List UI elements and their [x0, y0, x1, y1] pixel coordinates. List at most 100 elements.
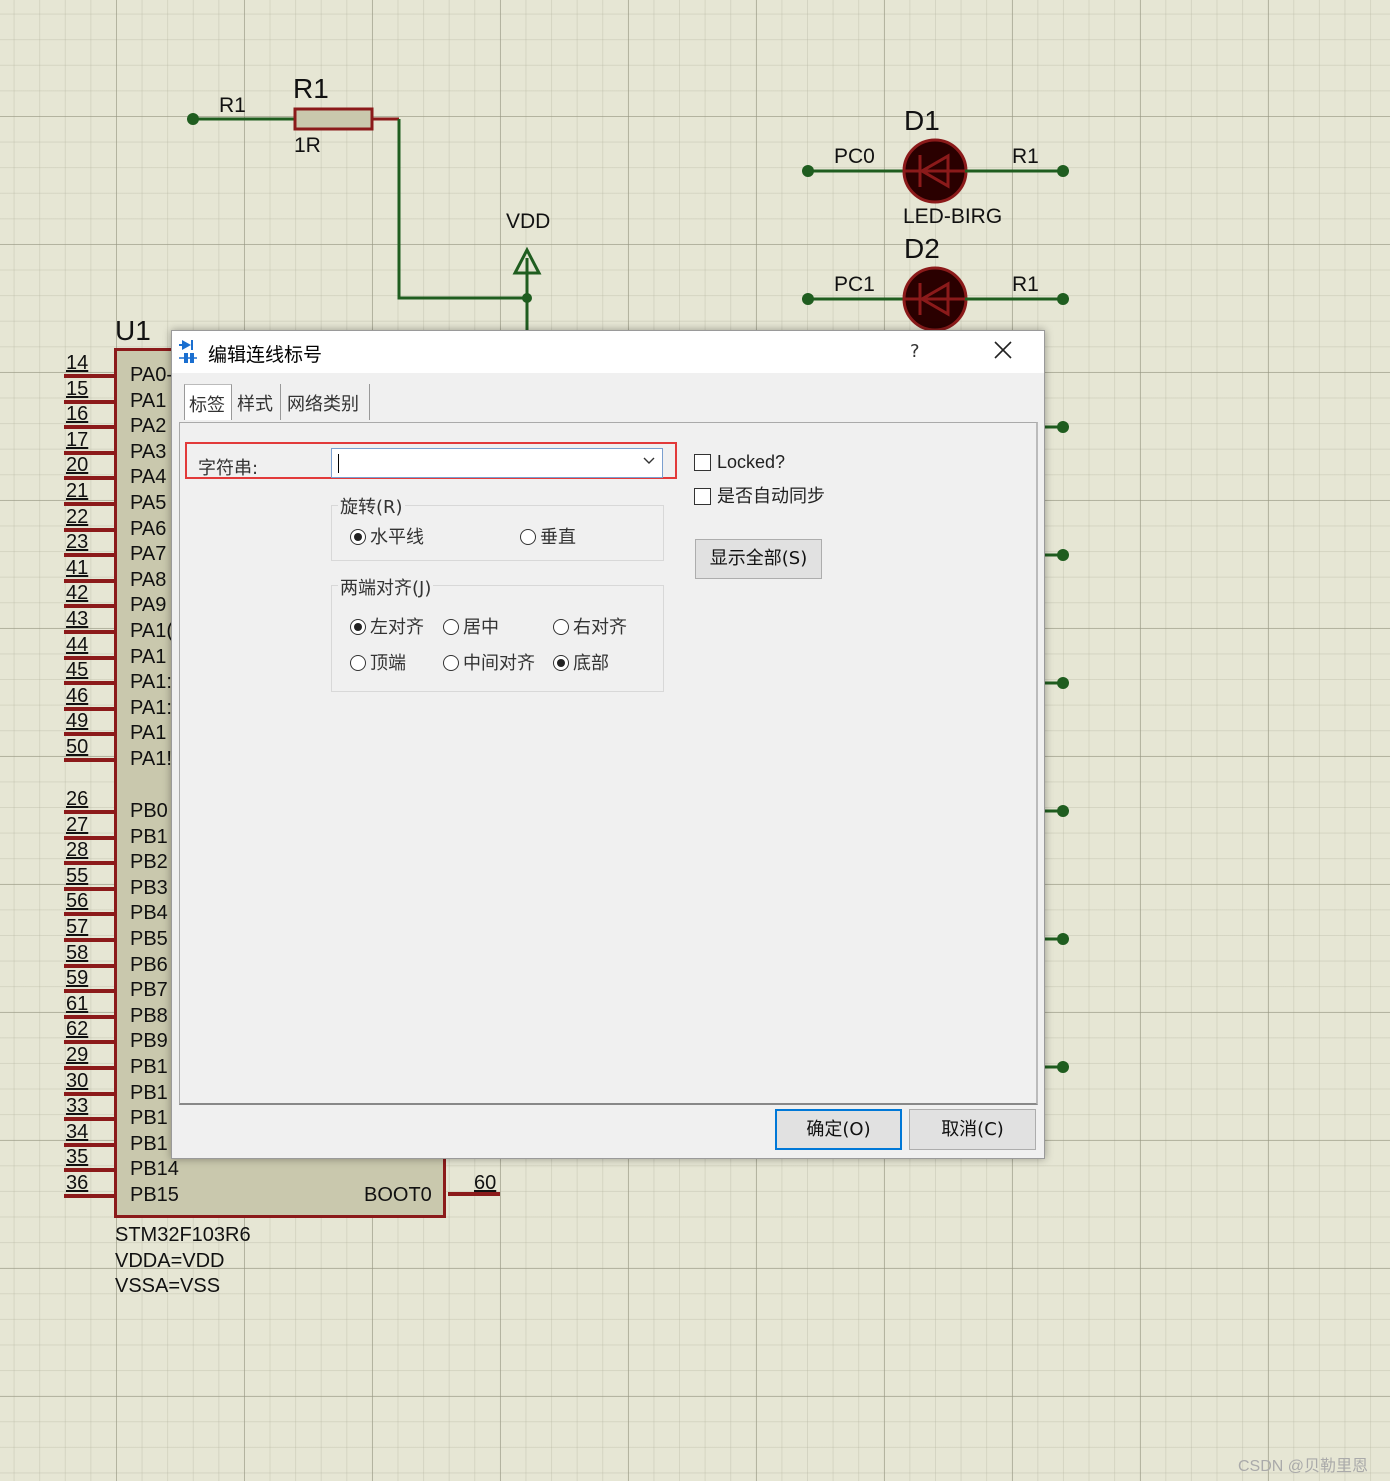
- radio-center[interactable]: 居中: [443, 613, 499, 639]
- boot0-pin-number: 60: [474, 1172, 497, 1194]
- locked-checkbox-box[interactable]: [694, 454, 711, 471]
- pin-name: PB2: [130, 851, 168, 874]
- pin-number: 35: [66, 1146, 89, 1169]
- string-combobox[interactable]: [331, 448, 663, 478]
- pin-number: 15: [66, 377, 89, 400]
- pin-number: 14: [66, 352, 89, 374]
- locked-checkbox[interactable]: Locked?: [694, 452, 785, 473]
- pin-number: 16: [66, 403, 89, 426]
- radio-horizontal[interactable]: 水平线: [350, 523, 424, 549]
- pin-name: PA1!: [130, 748, 172, 770]
- pin-number: 23: [66, 531, 89, 554]
- pin-name: PB1: [130, 1107, 168, 1130]
- pin-number: 61: [66, 992, 89, 1015]
- chip-attr-vdda: VDDA=VDD: [115, 1250, 225, 1272]
- auto-sync-label: 是否自动同步: [717, 486, 824, 507]
- edit-wire-label-dialog: 编辑连线标号 ? 标签 样式 网络类别 字符串: Locked? 是否自动同步 …: [171, 330, 1045, 1159]
- pin-name: PA2: [130, 415, 167, 438]
- pin-number: 41: [66, 556, 89, 579]
- vdd-power-symbol[interactable]: [512, 246, 542, 298]
- pin-name: PB8: [130, 1004, 168, 1027]
- pin-name: PA4: [130, 466, 167, 489]
- pin-number: 33: [66, 1095, 89, 1118]
- radio-dot[interactable]: [350, 619, 366, 635]
- radio-left-align-label: 左对齐: [370, 617, 424, 638]
- radio-left-align[interactable]: 左对齐: [350, 613, 424, 639]
- pin-name: PA0-: [130, 364, 173, 386]
- tab-style[interactable]: 样式: [233, 384, 281, 420]
- pin-number: 57: [66, 916, 89, 938]
- auto-sync-checkbox-box[interactable]: [694, 488, 711, 505]
- pin-name: PA1:: [130, 696, 172, 719]
- radio-dot[interactable]: [350, 655, 366, 671]
- d1-left-net: PC0: [834, 145, 875, 168]
- pin-name: PA1:: [130, 671, 172, 694]
- pin-number: 46: [66, 684, 89, 707]
- r1-value-label: 1R: [294, 134, 321, 157]
- pin-number: 27: [66, 813, 89, 836]
- radio-bottom-label: 底部: [573, 653, 609, 674]
- help-button[interactable]: ?: [910, 341, 920, 362]
- radio-dot[interactable]: [553, 619, 569, 635]
- r1-net-label: R1: [219, 94, 246, 117]
- rotation-group-label: 旋转(R): [338, 493, 405, 519]
- pin-number: 50: [66, 736, 89, 758]
- pin-name: PB1: [130, 1132, 168, 1155]
- radio-dot[interactable]: [443, 619, 459, 635]
- pin-name: PA1: [130, 389, 167, 412]
- radio-middle[interactable]: 中间对齐: [443, 649, 536, 675]
- pin-name: PA1: [130, 645, 167, 668]
- tab-label[interactable]: 标签: [184, 384, 232, 420]
- string-label: 字符串:: [198, 458, 259, 479]
- radio-center-label: 居中: [463, 617, 499, 638]
- radio-dot[interactable]: [443, 655, 459, 671]
- d1-part-label: LED-BIRG: [903, 205, 1003, 228]
- radio-top-label: 顶端: [370, 653, 406, 674]
- close-icon[interactable]: [990, 337, 1016, 363]
- pin-number: 55: [66, 864, 89, 887]
- pin-name: PB4: [130, 902, 168, 925]
- pin-number: 58: [66, 941, 89, 964]
- radio-dot[interactable]: [520, 529, 536, 545]
- pin-number: 56: [66, 890, 89, 913]
- pin-number: 29: [66, 1044, 89, 1066]
- pin-name: PA5: [130, 492, 167, 514]
- cancel-button[interactable]: 取消(C): [909, 1109, 1036, 1150]
- auto-sync-checkbox[interactable]: 是否自动同步: [694, 482, 824, 508]
- pin-number: 36: [66, 1172, 89, 1194]
- pin-name: PB1: [130, 1056, 168, 1078]
- radio-bottom[interactable]: 底部: [553, 649, 609, 675]
- d2-right-net: R1: [1012, 273, 1039, 296]
- pin-name: PA8: [130, 568, 167, 591]
- dialog-titlebar[interactable]: 编辑连线标号 ?: [172, 331, 1044, 373]
- pin-number: 34: [66, 1120, 89, 1143]
- vdd-label: VDD: [506, 210, 551, 233]
- r1-ref-label: R1: [293, 73, 329, 104]
- pin-name: PB7: [130, 979, 168, 1002]
- radio-dot[interactable]: [553, 655, 569, 671]
- radio-vertical[interactable]: 垂直: [520, 523, 576, 549]
- radio-middle-label: 中间对齐: [463, 653, 535, 674]
- chevron-down-icon[interactable]: [642, 453, 656, 467]
- tab-net-class[interactable]: 网络类别: [283, 384, 370, 420]
- pin-name: PA1: [130, 722, 167, 745]
- pin-name: PB3: [130, 876, 168, 899]
- boot0-pin-name: BOOT0: [364, 1184, 432, 1206]
- pin-number: 17: [66, 428, 89, 451]
- pin-number: 45: [66, 659, 89, 682]
- show-all-button[interactable]: 显示全部(S): [695, 539, 822, 579]
- pin-number: 43: [66, 608, 89, 630]
- pin-name: PB14: [130, 1158, 179, 1181]
- chip-ref-label: U1: [115, 315, 151, 346]
- radio-top[interactable]: 顶端: [350, 649, 406, 675]
- pin-name: PA6: [130, 517, 167, 540]
- radio-right-align[interactable]: 右对齐: [553, 613, 627, 639]
- d2-ref-label: D2: [904, 233, 940, 264]
- pin-name: PA1(: [130, 620, 173, 642]
- ok-button[interactable]: 确定(O): [775, 1109, 902, 1150]
- text-caret: [338, 454, 339, 473]
- radio-dot[interactable]: [350, 529, 366, 545]
- pin-number: 30: [66, 1069, 89, 1092]
- radio-right-align-label: 右对齐: [573, 617, 627, 638]
- radio-horizontal-label: 水平线: [370, 527, 424, 548]
